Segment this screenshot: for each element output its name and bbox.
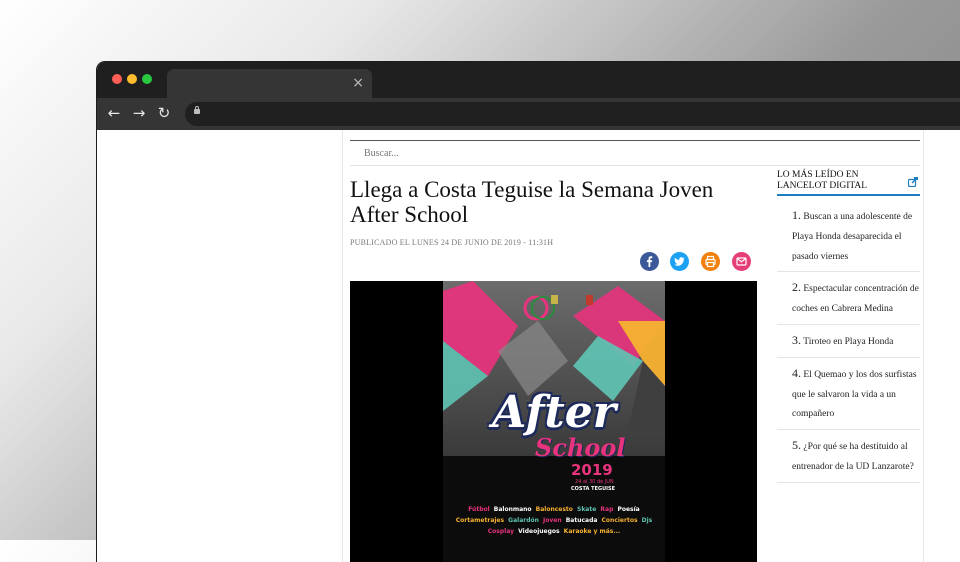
poster-activity: Karaoke y más... <box>563 528 621 535</box>
poster-activity: Poesía <box>617 506 640 513</box>
print-share-button[interactable] <box>701 252 720 271</box>
tab-close-icon[interactable]: × <box>352 74 364 92</box>
close-window-button[interactable] <box>112 74 122 84</box>
lancelot-logo-icon <box>908 177 918 187</box>
most-read-link[interactable]: El Quemao y los dos surfistas que le sal… <box>792 370 917 420</box>
page-viewport: Llega a Costa Teguise la Semana Joven Af… <box>97 130 960 562</box>
address-bar[interactable] <box>185 102 960 126</box>
email-icon <box>736 257 747 266</box>
forward-arrow-icon[interactable]: → <box>129 103 149 123</box>
most-read-number: 3. <box>792 332 801 347</box>
poster-logo-after: After <box>492 387 616 438</box>
most-read-number: 2. <box>792 280 801 295</box>
article-title: Llega a Costa Teguise la Semana Joven Af… <box>350 177 714 227</box>
most-read-link[interactable]: Espectacular concentración de coches en … <box>792 284 919 314</box>
most-read-link[interactable]: ¿Por qué se ha destituido al entrenador … <box>792 442 914 472</box>
most-read-link[interactable]: Buscan a una adolescente de Playa Honda … <box>792 212 912 262</box>
minimize-window-button[interactable] <box>127 74 137 84</box>
most-read-link[interactable]: Tiroteo en Playa Honda <box>803 337 893 347</box>
sidebar-title: Lo más leído en Lancelot Digital <box>777 170 868 191</box>
poster-activity: Galardón <box>508 517 539 524</box>
poster-place: COSTA TEGUISE <box>571 486 616 492</box>
poster-activity: Joven <box>543 517 562 524</box>
sidebar-divider <box>777 194 920 196</box>
poster-activity: Cortametrajes <box>455 517 505 524</box>
twitter-share-button[interactable] <box>670 252 689 271</box>
poster-activity: Batucada <box>565 517 598 524</box>
twitter-icon <box>674 257 685 266</box>
after-school-poster: After School 2019 24 al 30 de JUN COSTA … <box>443 281 665 562</box>
article-hero-image: After School 2019 24 al 30 de JUN COSTA … <box>350 281 757 562</box>
lock-icon <box>194 106 200 114</box>
poster-dates: 24 al 30 de JUN <box>575 479 614 485</box>
browser-tab[interactable]: × <box>167 69 372 98</box>
poster-activity: Videojuegos <box>518 528 560 535</box>
most-read-item[interactable]: 4. El Quemao y los dos surfistas que le … <box>777 364 920 431</box>
facebook-icon <box>646 256 653 267</box>
poster-activity: Balonmano <box>493 506 532 513</box>
article-meta: Publicado el Lunes 24 de Junio de 2019 -… <box>350 238 554 247</box>
search-bar <box>350 140 920 166</box>
tab-bar: × <box>97 62 960 98</box>
poster-activity: Baloncesto <box>535 506 573 513</box>
print-icon <box>705 255 716 268</box>
maximize-window-button[interactable] <box>142 74 152 84</box>
poster-activity: Conciertos <box>601 517 638 524</box>
search-input[interactable] <box>350 141 920 165</box>
poster-logo-school: School <box>535 433 626 462</box>
most-read-item[interactable]: 3. Tiroteo en Playa Honda <box>777 331 920 358</box>
poster-activity: Fútbol <box>468 506 490 513</box>
poster-activities: Fútbol Balonmano Baloncesto Skate Rap Po… <box>453 504 655 537</box>
back-arrow-icon[interactable]: ← <box>104 103 124 123</box>
reload-icon[interactable]: ↻ <box>154 103 174 123</box>
poster-activity: Skate <box>577 506 597 513</box>
most-read-number: 1. <box>792 208 801 222</box>
most-read-item[interactable]: 2. Espectacular concentración de coches … <box>777 278 920 325</box>
most-read-list: 1. Buscan a una adolescente de Playa Hon… <box>777 206 920 489</box>
site-content: Llega a Costa Teguise la Semana Joven Af… <box>342 130 924 562</box>
poster-activity: Cosplay <box>487 528 515 535</box>
most-read-item[interactable]: 5. ¿Por qué se ha destituido al entrenad… <box>777 436 920 483</box>
browser-window: × ← → ↻ Llega a Costa Teguise la Semana … <box>97 62 960 562</box>
poster-activity: Djs <box>641 517 653 524</box>
facebook-share-button[interactable] <box>640 252 659 271</box>
poster-year: 2019 <box>571 461 613 479</box>
email-share-button[interactable] <box>732 252 751 271</box>
browser-toolbar: ← → ↻ <box>97 98 960 130</box>
most-read-number: 4. <box>792 365 801 380</box>
poster-activity: Rap <box>600 506 614 513</box>
most-read-item[interactable]: 1. Buscan a una adolescente de Playa Hon… <box>777 206 920 273</box>
most-read-number: 5. <box>792 438 801 453</box>
